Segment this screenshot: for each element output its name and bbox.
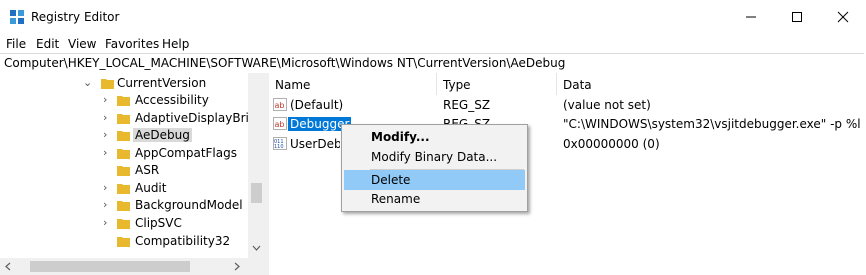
tree-vertical-scrollbar[interactable] [248,73,265,258]
folder-icon [117,114,130,124]
svg-text:ab: ab [275,101,285,110]
menu-favorites[interactable]: Favorites [105,37,159,51]
string-value-icon: ab [273,98,287,111]
tree-item-label: AppCompatFlags [135,146,237,160]
scroll-left-arrow-icon[interactable] [5,262,11,271]
tree-item-label: CurrentVersion [117,76,207,90]
chevron-right-icon[interactable]: › [103,198,113,212]
tree-item-label: Compatibility32 [135,234,231,248]
folder-icon [117,237,130,247]
svg-text:ab: ab [275,120,285,129]
tree-item-label: AeDebug [133,128,192,142]
string-value-icon: ab [273,117,287,130]
folder-icon [117,131,130,141]
chevron-down-icon[interactable]: ⌄ [83,76,93,90]
tree-item-label: Audit [135,181,167,195]
close-button[interactable] [820,0,866,34]
tree-item-label: AdaptiveDisplayBrigh [135,111,265,125]
tree-item-currentversion[interactable]: ⌄ CurrentVersion [0,75,248,92]
folder-icon [101,79,114,89]
maximize-button[interactable] [774,0,820,34]
scroll-right-arrow-icon[interactable] [234,262,240,271]
menu-view[interactable]: View [68,37,96,51]
context-menu: Modify... Modify Binary Data... Delete R… [341,124,528,212]
menu-item-modify[interactable]: Modify... [344,127,525,147]
tree-item-backgroundmodel[interactable]: › BackgroundModel [0,197,248,214]
tree-item-asr[interactable]: ASR [0,162,248,179]
tree-item-accessibility[interactable]: › Accessibility [0,92,248,109]
dword-value-icon: 011110 [273,137,287,150]
address-bar[interactable]: Computer\HKEY_LOCAL_MACHINE\SOFTWARE\Mic… [0,53,864,74]
minimize-button[interactable] [728,0,774,34]
tree-item-aedebug[interactable]: › AeDebug [0,127,248,144]
menu-file[interactable]: File [6,37,26,51]
registry-editor-icon [10,10,24,24]
value-row-default[interactable]: ab (Default) REG_SZ (value not set) [269,96,866,114]
chevron-right-icon[interactable]: › [103,93,113,107]
value-data: "C:\WINDOWS\system32\vsjitdebugger.exe" … [563,117,861,131]
value-data: (value not set) [563,98,651,112]
tree-item-clipsvc[interactable]: › ClipSVC [0,215,248,232]
svg-text:110: 110 [274,144,284,150]
menu-bar: File Edit View Favorites Help [0,35,866,53]
column-header-data[interactable]: Data [557,73,862,95]
folder-icon [117,184,130,194]
chevron-right-icon[interactable]: › [103,146,113,160]
value-data: 0x00000000 (0) [563,137,660,151]
tree-item-label: BackgroundModel [135,198,243,212]
folder-icon [117,166,130,176]
key-tree[interactable]: ⌄ CurrentVersion › Accessibility › Adapt… [0,73,265,275]
column-header-type[interactable]: Type [437,73,557,95]
tree-item-label: ClipSVC [135,216,182,230]
close-icon [837,11,849,23]
scroll-thumb[interactable] [30,261,190,272]
title-bar: Registry Editor [0,0,866,34]
folder-icon [117,201,130,211]
minimize-icon [746,16,756,18]
menu-item-delete[interactable]: Delete [344,170,525,190]
column-header-name[interactable]: Name [269,73,437,95]
menu-edit[interactable]: Edit [36,37,59,51]
menu-item-modify-binary[interactable]: Modify Binary Data... [344,147,525,167]
maximize-icon [792,12,802,22]
chevron-right-icon[interactable]: › [103,181,113,195]
value-name: UserDebuggerHotKey [290,137,340,151]
scroll-down-arrow-icon[interactable] [252,245,261,251]
address-path[interactable]: Computer\HKEY_LOCAL_MACHINE\SOFTWARE\Mic… [4,56,565,70]
window-title: Registry Editor [31,10,120,24]
tree-item-audit[interactable]: › Audit [0,180,248,197]
tree-item-label: Accessibility [135,93,209,107]
chevron-right-icon[interactable]: › [103,128,113,142]
tree-item-label: ASR [135,163,160,177]
tree-horizontal-scrollbar[interactable] [0,258,265,275]
chevron-right-icon[interactable]: › [103,111,113,125]
folder-icon [117,96,130,106]
chevron-right-icon[interactable]: › [103,216,113,230]
folder-icon [117,219,130,229]
folder-icon [117,149,130,159]
tree-item-adaptivedisplaybrightness[interactable]: › AdaptiveDisplayBrigh [0,110,264,127]
tree-item-appcompatflags[interactable]: › AppCompatFlags [0,145,248,162]
scroll-thumb[interactable] [251,183,262,203]
tree-item-compatibility32[interactable]: Compatibility32 [0,233,248,250]
value-name: (Default) [290,98,344,112]
menu-help[interactable]: Help [162,37,189,51]
value-type: REG_SZ [443,98,491,112]
menu-item-rename[interactable]: Rename [344,189,525,209]
